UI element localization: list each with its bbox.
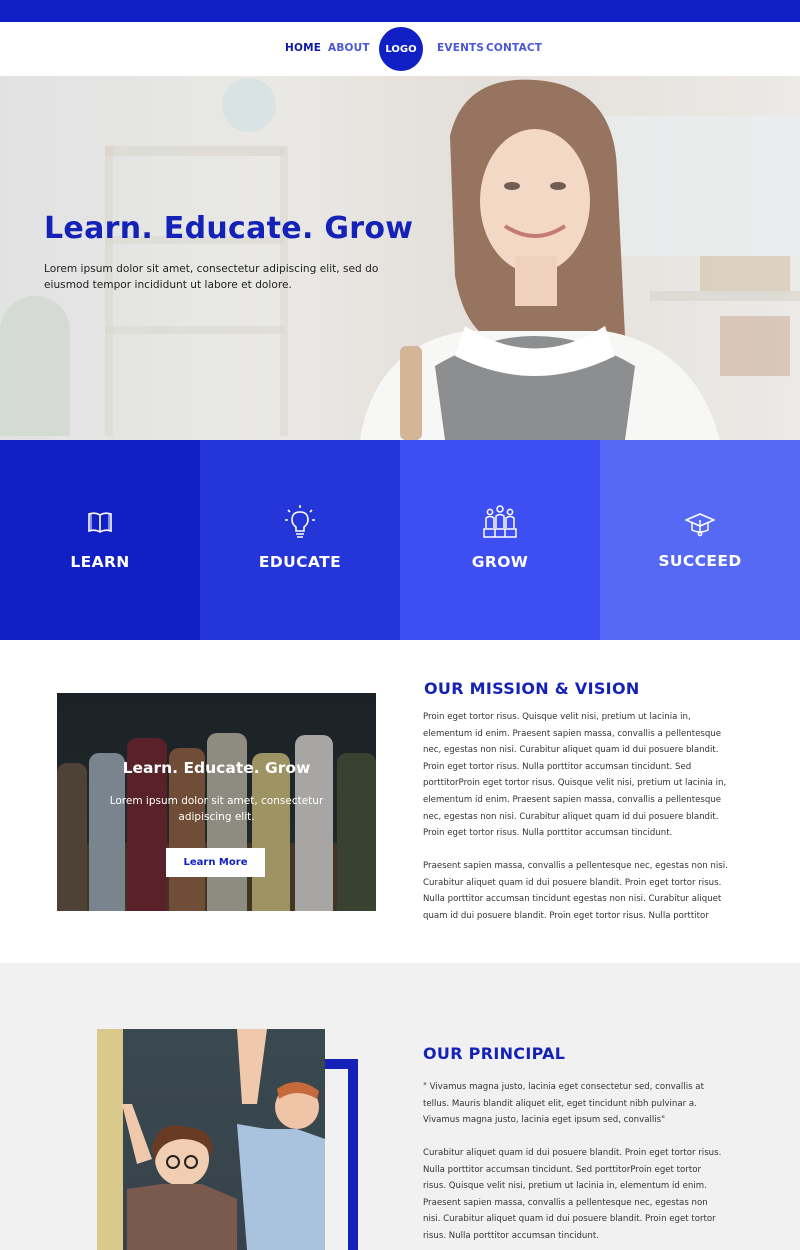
learn-more-button[interactable]: Learn More bbox=[166, 848, 265, 877]
feature-tile-succeed[interactable]: SUCCEED bbox=[600, 440, 800, 640]
feature-tiles: LEARN EDUCATE GROW SUCCEED bbox=[0, 440, 800, 640]
book-icon bbox=[0, 508, 200, 536]
cta-card: Learn. Educate. Grow Lorem ipsum dolor s… bbox=[57, 693, 376, 911]
hero-banner: Learn. Educate. Grow Lorem ipsum dolor s… bbox=[0, 76, 800, 440]
principal-section: OUR PRINCIPAL " Vivamus magna justo, lac… bbox=[0, 963, 800, 1250]
feature-label: LEARN bbox=[70, 553, 130, 571]
mission-title: OUR MISSION & VISION bbox=[424, 679, 640, 698]
main-navigation: HOME ABOUT LOGO EVENTS CONTACT bbox=[0, 22, 800, 76]
feature-tile-grow[interactable]: GROW bbox=[400, 440, 600, 640]
site-logo[interactable]: LOGO bbox=[379, 27, 423, 71]
hero-title: Learn. Educate. Grow bbox=[44, 211, 414, 246]
feature-label: EDUCATE bbox=[258, 553, 342, 571]
principal-paragraph: Curabitur aliquet quam id dui posuere bl… bbox=[423, 1148, 722, 1241]
hero-lead-text: Lorem ipsum dolor sit amet, consectetur … bbox=[44, 263, 379, 291]
people-podium-icon bbox=[400, 504, 600, 538]
nav-link-events[interactable]: EVENTS bbox=[437, 42, 484, 54]
principal-photo bbox=[97, 1029, 325, 1250]
card-title: Learn. Educate. Grow bbox=[122, 759, 311, 777]
principal-title: OUR PRINCIPAL bbox=[423, 1044, 566, 1063]
nav-link-home[interactable]: HOME bbox=[285, 42, 321, 54]
feature-tile-learn[interactable]: LEARN bbox=[0, 440, 200, 640]
nav-link-contact[interactable]: CONTACT bbox=[486, 42, 542, 54]
mission-paragraph-1: Proin eget tortor risus. Quisque velit n… bbox=[423, 712, 727, 839]
hero-tint-overlay bbox=[0, 76, 800, 440]
principal-figures bbox=[122, 1029, 325, 1250]
top-accent-bar bbox=[0, 0, 800, 22]
feature-label: SUCCEED bbox=[658, 552, 742, 570]
nav-link-about[interactable]: ABOUT bbox=[328, 42, 370, 54]
mission-section: Learn. Educate. Grow Lorem ipsum dolor s… bbox=[0, 640, 800, 963]
mission-paragraph-2: Praesent sapien massa, convallis a pelle… bbox=[423, 861, 728, 921]
feature-label: GROW bbox=[471, 553, 529, 571]
graduation-cap-icon bbox=[600, 512, 800, 538]
principal-quote: " Vivamus magna justo, lacinia eget cons… bbox=[423, 1082, 704, 1126]
card-text: Lorem ipsum dolor sit amet, consectetur … bbox=[109, 795, 324, 823]
lightbulb-icon bbox=[200, 504, 400, 538]
feature-tile-educate[interactable]: EDUCATE bbox=[200, 440, 400, 640]
